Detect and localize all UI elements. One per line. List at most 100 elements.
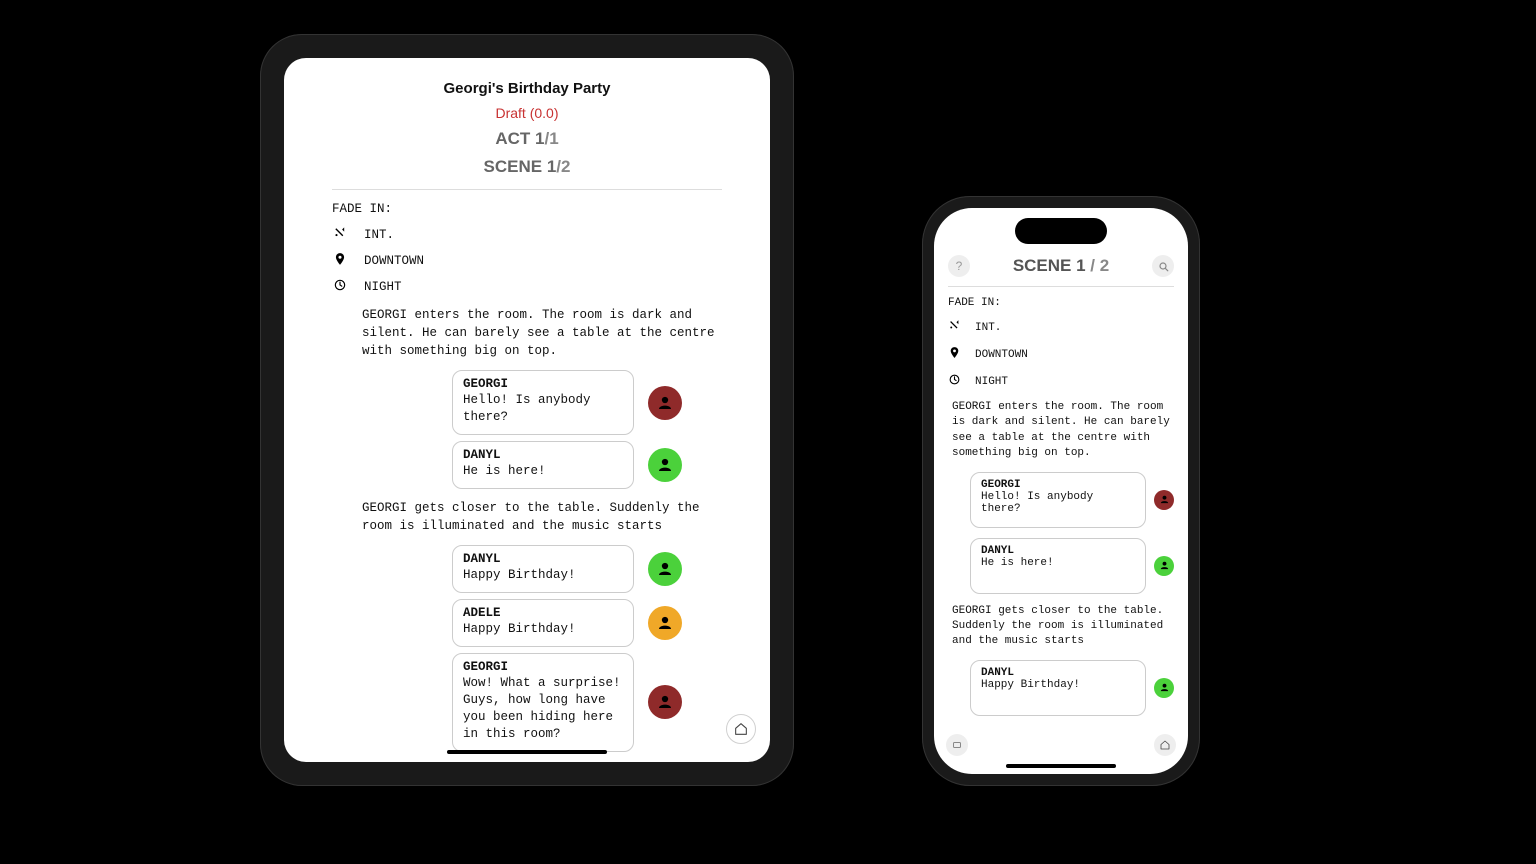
bottom-left-button[interactable] [946, 734, 968, 756]
scene-time-row[interactable]: NIGHT [332, 278, 722, 296]
character-avatar[interactable] [1154, 678, 1174, 698]
dialogue-row[interactable]: GEORGI Hello! Is anybody there? [970, 472, 1174, 528]
header-divider [948, 286, 1174, 287]
person-icon [656, 560, 674, 578]
location-value: DOWNTOWN [975, 349, 1028, 361]
speaker-name: DANYL [463, 552, 623, 566]
character-avatar[interactable] [648, 552, 682, 586]
speaker-name: DANYL [463, 448, 623, 462]
dialogue-row[interactable]: GEORGI Hello! Is anybody there? [452, 370, 722, 435]
scene-indicator[interactable]: SCENE 1/2 [332, 157, 722, 177]
speaker-name: ADELE [463, 606, 623, 620]
person-icon [656, 693, 674, 711]
character-avatar[interactable] [648, 448, 682, 482]
phone-header: ? SCENE 1 / 2 [948, 252, 1174, 280]
scene-int-ext-row[interactable]: INT. [948, 319, 1174, 336]
dialogue-bubble[interactable]: ADELE Happy Birthday! [452, 599, 634, 647]
phone-device-frame: ? SCENE 1 / 2 FADE IN: INT. DOWNTOWN NIG… [922, 196, 1200, 786]
dialogue-text: Hello! Is anybody there? [981, 491, 1135, 515]
dialogue-text: Hello! Is anybody there? [463, 392, 623, 426]
fade-in-label: FADE IN: [332, 202, 722, 216]
home-button[interactable] [1154, 734, 1176, 756]
phone-screen: ? SCENE 1 / 2 FADE IN: INT. DOWNTOWN NIG… [934, 208, 1188, 774]
scene-current: SCENE 1 [484, 157, 557, 176]
action-block[interactable]: GEORGI enters the room. The room is dark… [362, 306, 722, 360]
action-block[interactable]: After the cake, the three decide to go o… [362, 762, 722, 763]
person-icon [1159, 682, 1170, 693]
draft-label[interactable]: Draft (0.0) [332, 105, 722, 121]
dialogue-bubble[interactable]: GEORGI Hello! Is anybody there? [970, 472, 1146, 528]
home-icon [1159, 739, 1171, 751]
act-current: ACT 1 [495, 129, 544, 148]
location-pin-icon [948, 346, 961, 363]
dialogue-text: He is here! [463, 463, 623, 480]
time-value: NIGHT [364, 280, 402, 294]
dialogue-text: Happy Birthday! [981, 679, 1135, 691]
script-title: Georgi's Birthday Party [332, 80, 722, 97]
tablet-screen: Georgi's Birthday Party Draft (0.0) ACT … [284, 58, 770, 762]
help-button[interactable]: ? [948, 255, 970, 277]
dialogue-bubble[interactable]: GEORGI Hello! Is anybody there? [452, 370, 634, 435]
home-indicator [447, 750, 607, 754]
search-icon [1157, 260, 1169, 272]
dialogue-bubble[interactable]: DANYL Happy Birthday! [970, 660, 1146, 716]
speaker-name: DANYL [981, 667, 1135, 679]
person-icon [1159, 494, 1170, 505]
character-avatar[interactable] [1154, 490, 1174, 510]
scene-total: /2 [556, 157, 570, 176]
character-avatar[interactable] [648, 606, 682, 640]
person-icon [1159, 560, 1170, 571]
action-block[interactable]: GEORGI enters the room. The room is dark… [952, 400, 1170, 462]
character-avatar[interactable] [1154, 556, 1174, 576]
time-value: NIGHT [975, 376, 1008, 388]
location-value: DOWNTOWN [364, 254, 424, 268]
dialogue-row[interactable]: DANYL He is here! [452, 441, 722, 489]
scene-indicator[interactable]: SCENE 1 / 2 [1013, 256, 1109, 276]
dialogue-row[interactable]: DANYL Happy Birthday! [970, 660, 1174, 716]
dialogue-bubble[interactable]: DANYL He is here! [452, 441, 634, 489]
home-button[interactable] [726, 714, 756, 744]
dialogue-text: Happy Birthday! [463, 621, 623, 638]
scene-time-row[interactable]: NIGHT [948, 373, 1174, 390]
dialogue-row[interactable]: DANYL He is here! [970, 538, 1174, 594]
home-indicator [1006, 764, 1116, 768]
scene-location-row[interactable]: DOWNTOWN [948, 346, 1174, 363]
act-indicator[interactable]: ACT 1/1 [332, 129, 722, 149]
scene-int-ext-row[interactable]: INT. [332, 226, 722, 244]
speaker-name: GEORGI [463, 660, 623, 674]
speaker-name: GEORGI [463, 377, 623, 391]
dialogue-bubble[interactable]: GEORGI Wow! What a surprise! Guys, how l… [452, 653, 634, 752]
person-icon [656, 394, 674, 412]
location-pin-icon [332, 252, 348, 270]
dynamic-island [1015, 218, 1107, 244]
int-ext-icon [332, 226, 348, 244]
speaker-name: DANYL [981, 545, 1135, 557]
scene-total: / 2 [1086, 256, 1110, 275]
scene-location-row[interactable]: DOWNTOWN [332, 252, 722, 270]
int-ext-value: INT. [975, 322, 1001, 334]
home-icon [733, 721, 749, 737]
dialogue-text: He is here! [981, 557, 1135, 569]
action-block[interactable]: GEORGI gets closer to the table. Suddenl… [362, 499, 722, 535]
dialogue-text: Happy Birthday! [463, 567, 623, 584]
int-ext-icon [948, 319, 961, 336]
dialogue-row[interactable]: DANYL Happy Birthday! [452, 545, 722, 593]
dialogue-row[interactable]: GEORGI Wow! What a surprise! Guys, how l… [452, 653, 722, 752]
speaker-name: GEORGI [981, 479, 1135, 491]
header-divider [332, 189, 722, 190]
dialogue-row[interactable]: ADELE Happy Birthday! [452, 599, 722, 647]
fade-in-label: FADE IN: [948, 297, 1174, 309]
dialogue-text: Wow! What a surprise! Guys, how long hav… [463, 675, 623, 743]
scene-current: SCENE 1 [1013, 256, 1086, 275]
action-block[interactable]: GEORGI gets closer to the table. Suddenl… [952, 604, 1170, 650]
clock-icon [948, 373, 961, 390]
dialogue-bubble[interactable]: DANYL Happy Birthday! [452, 545, 634, 593]
clock-icon [332, 278, 348, 296]
search-button[interactable] [1152, 255, 1174, 277]
character-avatar[interactable] [648, 685, 682, 719]
dialogue-bubble[interactable]: DANYL He is here! [970, 538, 1146, 594]
act-total: /1 [544, 129, 558, 148]
character-avatar[interactable] [648, 386, 682, 420]
layout-icon [951, 739, 963, 751]
tablet-device-frame: Georgi's Birthday Party Draft (0.0) ACT … [260, 34, 794, 786]
